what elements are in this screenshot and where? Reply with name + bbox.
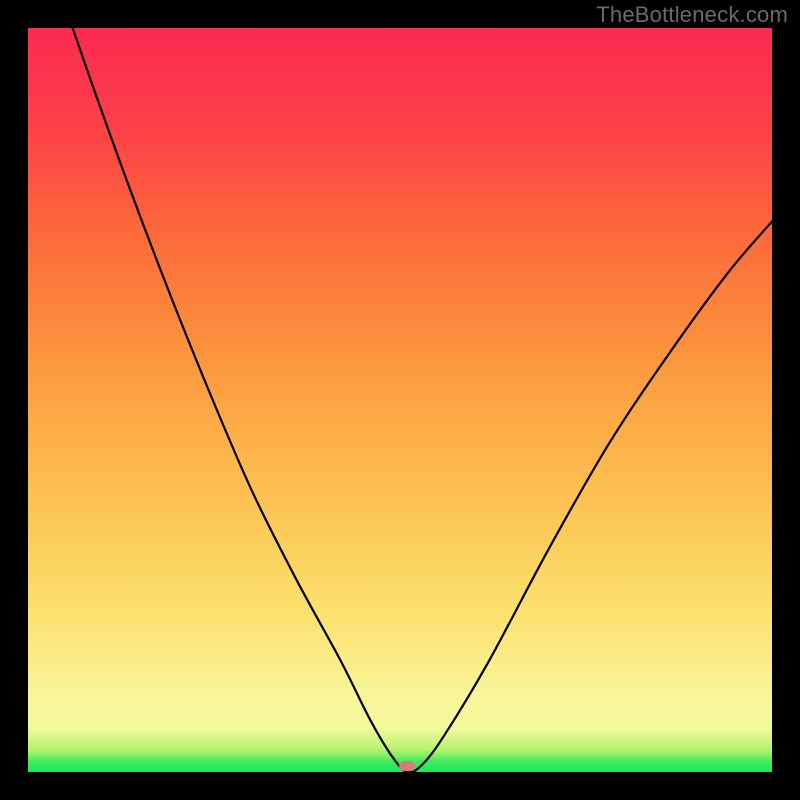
min-marker [399,761,415,771]
plot-area [28,28,772,772]
watermark-text: TheBottleneck.com [596,2,788,28]
bottleneck-curve [28,28,772,772]
